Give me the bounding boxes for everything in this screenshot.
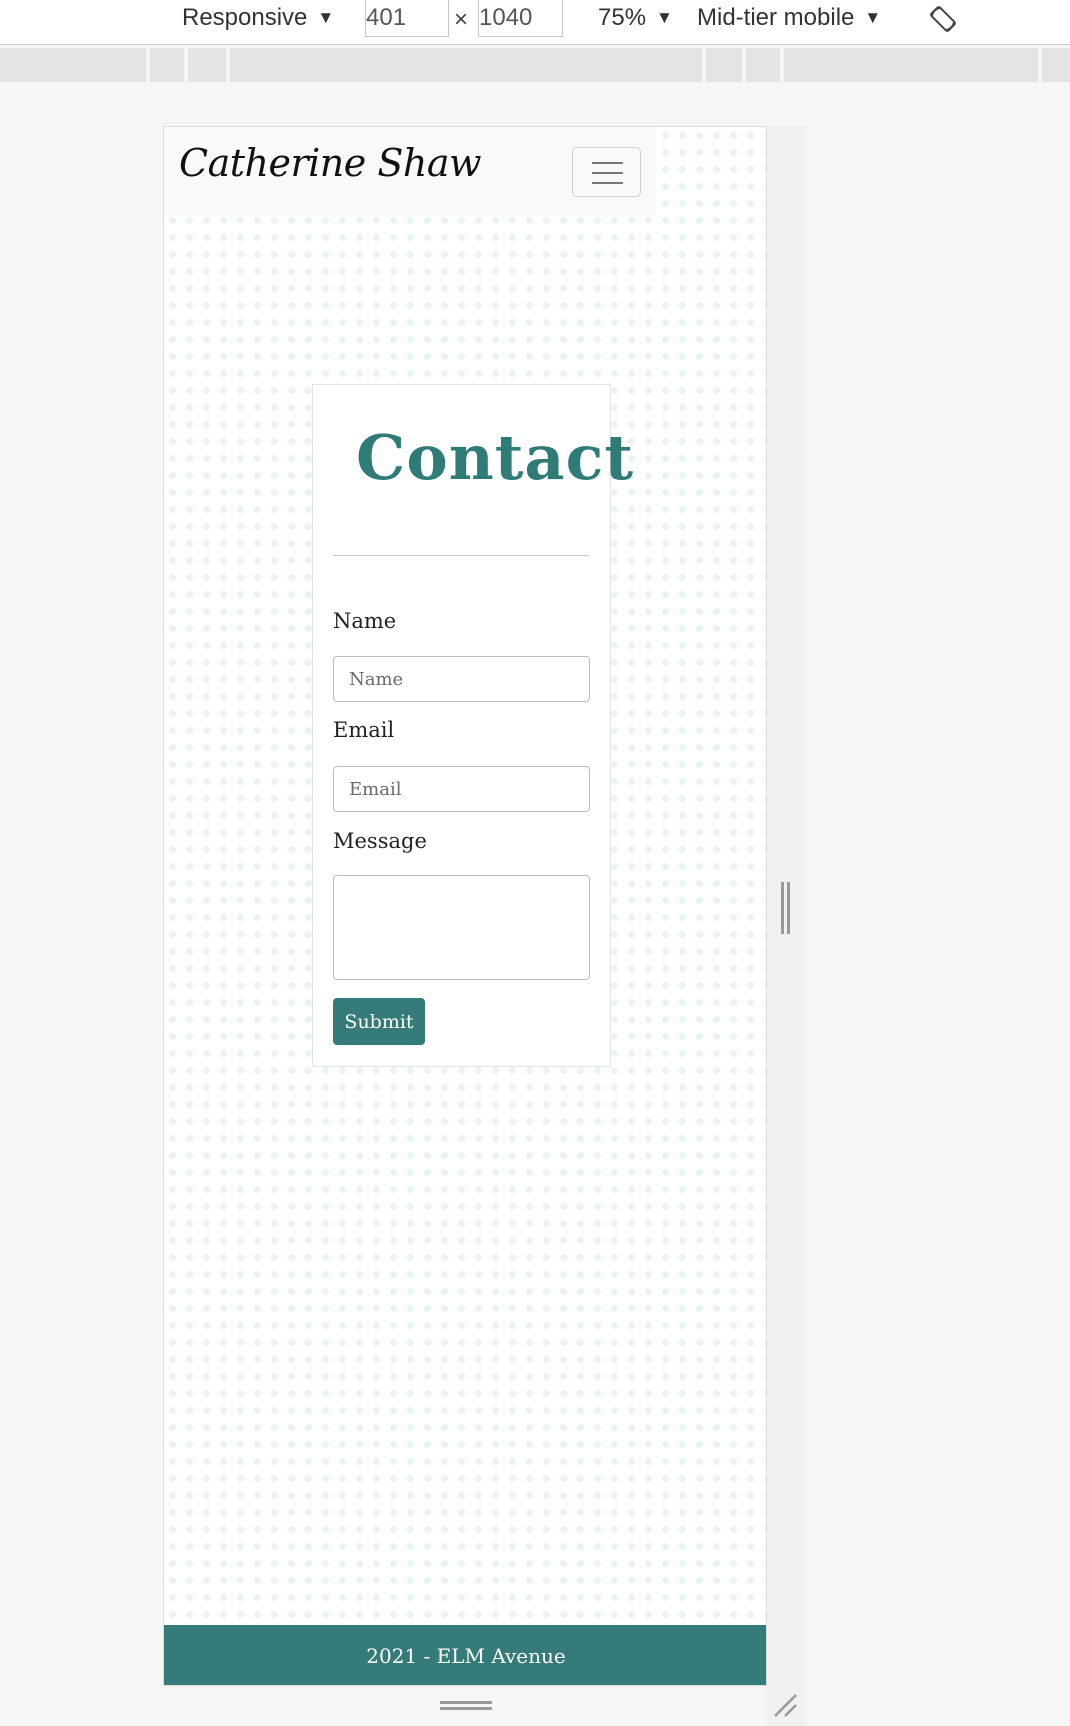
contact-card: Contact Name Email Message Submit [312,384,633,1067]
page-title: Contact [356,421,634,494]
footer-text: 2021 - ELM Avenue [366,1643,566,1668]
hamburger-menu-icon [592,162,623,164]
zoom-dropdown[interactable]: 75% ▼ [598,0,673,36]
device-mode-dropdown[interactable]: Responsive ▼ [182,0,334,36]
zoom-label: 75% [598,4,647,31]
devtools-toolbar: Responsive ▼ × 75% ▼ Mid-tier mobile ▼ [0,0,1070,45]
name-label: Name [333,609,397,633]
media-query-bar[interactable] [0,48,1070,82]
chevron-down-icon: ▼ [317,8,335,27]
rotate-device-icon[interactable] [928,4,958,34]
site-navbar: Catherine Shaw [164,127,656,216]
resize-handle-bottom[interactable] [440,1701,492,1711]
dimension-separator: × [454,6,469,33]
device-viewport: Catherine Shaw Contact Name Email Messag… [163,126,767,1686]
device-mode-label: Responsive [182,4,308,31]
resize-handle-right[interactable] [781,882,791,934]
message-textarea[interactable] [333,875,590,980]
site-brand[interactable]: Catherine Shaw [179,141,482,185]
divider [333,555,589,556]
email-label: Email [333,718,395,742]
navbar-toggler-button[interactable] [572,147,641,197]
throttling-dropdown[interactable]: Mid-tier mobile ▼ [697,0,881,36]
site-footer: 2021 - ELM Avenue [164,1625,766,1685]
message-label: Message [333,829,427,853]
email-input[interactable] [333,766,590,812]
resize-corner-icon[interactable] [770,1690,800,1720]
height-input[interactable] [478,0,563,37]
throttling-label: Mid-tier mobile [697,4,855,31]
width-input[interactable] [365,0,449,37]
submit-button[interactable]: Submit [333,998,425,1045]
chevron-down-icon: ▼ [864,8,882,27]
chevron-down-icon: ▼ [656,8,673,27]
name-input[interactable] [333,656,590,702]
